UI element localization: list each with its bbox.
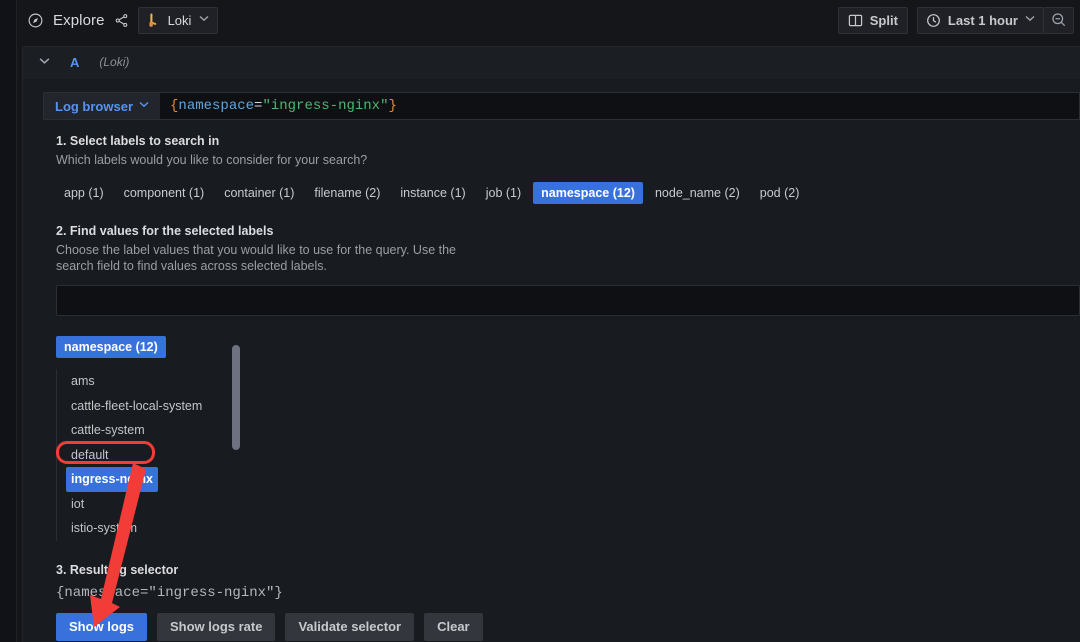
explore-page: Explore Loki Split Last 1 hour A (Loki) … — [0, 0, 1080, 642]
value-column-title: namespace (12) — [56, 336, 166, 358]
step-2-description: Choose the label values that you would l… — [56, 243, 457, 273]
datasource-name: Loki — [167, 12, 192, 28]
label-chip-list: app (1) component (1) container (1) file… — [56, 182, 1080, 204]
resulting-selector-text: {namespace="ingress-nginx"} — [56, 584, 283, 601]
log-browser-toggle[interactable]: Log browser — [43, 92, 161, 120]
zoom-out-button[interactable] — [1044, 6, 1074, 34]
step-3-title: 3. Resulting selector — [56, 562, 179, 577]
loki-logo-icon — [146, 12, 160, 28]
log-label-browser: 1. Select labels to search in Which labe… — [43, 134, 1080, 641]
list-item[interactable]: iot — [66, 492, 241, 517]
clear-button[interactable]: Clear — [424, 612, 483, 641]
datasource-picker[interactable]: Loki — [137, 6, 219, 34]
collapse-chevron-icon[interactable] — [39, 57, 50, 68]
value-cattle-system[interactable]: cattle-system — [66, 418, 150, 443]
list-item[interactable]: istio-system — [66, 516, 241, 541]
step-2-find-values: 2. Find values for the selected labels C… — [56, 224, 1080, 541]
label-chip-filename[interactable]: filename (2) — [306, 182, 388, 204]
label-chip-node-name[interactable]: node_name (2) — [647, 182, 748, 204]
value-iot[interactable]: iot — [66, 492, 89, 517]
split-panes-icon — [848, 13, 863, 28]
label-browser-actions: Show logs Show logs rate Validate select… — [56, 612, 1080, 641]
value-default[interactable]: default — [66, 443, 114, 468]
list-item[interactable]: cattle-fleet-local-system — [66, 394, 241, 419]
step-1-description: Which labels would you like to consider … — [56, 153, 368, 167]
time-range-label: Last 1 hour — [947, 12, 1018, 28]
left-nav-rail[interactable] — [0, 0, 17, 642]
show-logs-rate-button[interactable]: Show logs rate — [157, 612, 276, 641]
share-icon[interactable] — [114, 13, 129, 28]
query-ref-id: A — [70, 54, 80, 70]
split-button-label: Split — [869, 12, 898, 28]
label-chip-container[interactable]: container (1) — [216, 182, 302, 204]
label-chip-app[interactable]: app (1) — [56, 182, 112, 204]
label-chip-component[interactable]: component (1) — [116, 182, 213, 204]
label-chip-job[interactable]: job (1) — [478, 182, 529, 204]
chevron-down-icon — [1025, 15, 1035, 25]
label-chip-instance[interactable]: instance (1) — [392, 182, 473, 204]
query-panel: A (Loki) Log browser {namespace = "ingress… — [22, 46, 1080, 642]
value-list[interactable]: ams cattle-fleet-local-system cattle-sys… — [56, 369, 241, 541]
chevron-down-icon — [139, 101, 149, 111]
list-item[interactable]: cattle-system — [66, 418, 241, 443]
expr-label-key: namespace — [178, 98, 255, 114]
list-item[interactable]: ams — [66, 369, 241, 394]
value-ingress-nginx[interactable]: ingress-nginx — [66, 467, 158, 492]
step-1-select-labels: 1. Select labels to search in Which labe… — [56, 134, 1080, 204]
value-search-input[interactable] — [56, 285, 1080, 316]
expr-equals: = — [254, 98, 263, 114]
label-chip-namespace[interactable]: namespace (12) — [533, 182, 643, 204]
value-list-scrollbar[interactable] — [232, 345, 240, 450]
zoom-out-icon — [1051, 12, 1067, 28]
step-3-resulting-selector: 3. Resulting selector {namespace="ingres… — [56, 563, 1080, 641]
label-values-area: namespace (12) ams cattle-fleet-local-sy… — [56, 336, 1080, 541]
value-column-namespace: namespace (12) ams cattle-fleet-local-sy… — [56, 336, 241, 541]
value-cattle-fleet-local-system[interactable]: cattle-fleet-local-system — [66, 394, 207, 419]
expr-open-brace: { — [170, 98, 179, 114]
list-item[interactable]: ingress-nginx — [66, 467, 241, 492]
clock-icon — [926, 13, 941, 28]
show-logs-button[interactable]: Show logs — [56, 612, 147, 641]
query-row-header: A (Loki) — [23, 47, 1080, 78]
page-title: Explore — [53, 11, 105, 29]
toolbar-right-group: Split Last 1 hour — [837, 6, 1074, 34]
validate-selector-button[interactable]: Validate selector — [285, 612, 415, 641]
expr-close-brace: } — [388, 98, 397, 114]
label-chip-pod[interactable]: pod (2) — [752, 182, 808, 204]
time-range-picker[interactable]: Last 1 hour — [916, 6, 1044, 34]
expr-label-value: "ingress-nginx" — [262, 98, 389, 114]
query-datasource-label: (Loki) — [99, 55, 130, 69]
query-editor: Log browser {namespace = "ingress-nginx"} … — [23, 78, 1080, 641]
chevron-down-icon — [199, 15, 209, 25]
log-browser-label: Log browser — [55, 98, 134, 114]
step-1-title: 1. Select labels to search in — [56, 134, 220, 148]
query-expression-input[interactable]: {namespace = "ingress-nginx"} — [160, 92, 1080, 120]
value-ams[interactable]: ams — [66, 369, 100, 394]
compass-icon — [27, 12, 44, 29]
query-expression-row: Log browser {namespace = "ingress-nginx"} — [43, 92, 1080, 120]
step-2-title: 2. Find values for the selected labels — [56, 224, 274, 238]
value-istio-system[interactable]: istio-system — [66, 516, 142, 541]
split-button[interactable]: Split — [837, 6, 908, 34]
list-item[interactable]: default — [66, 443, 241, 468]
toolbar-left-group: Explore Loki — [27, 6, 219, 34]
top-toolbar: Explore Loki Split Last 1 hour — [17, 0, 1080, 40]
